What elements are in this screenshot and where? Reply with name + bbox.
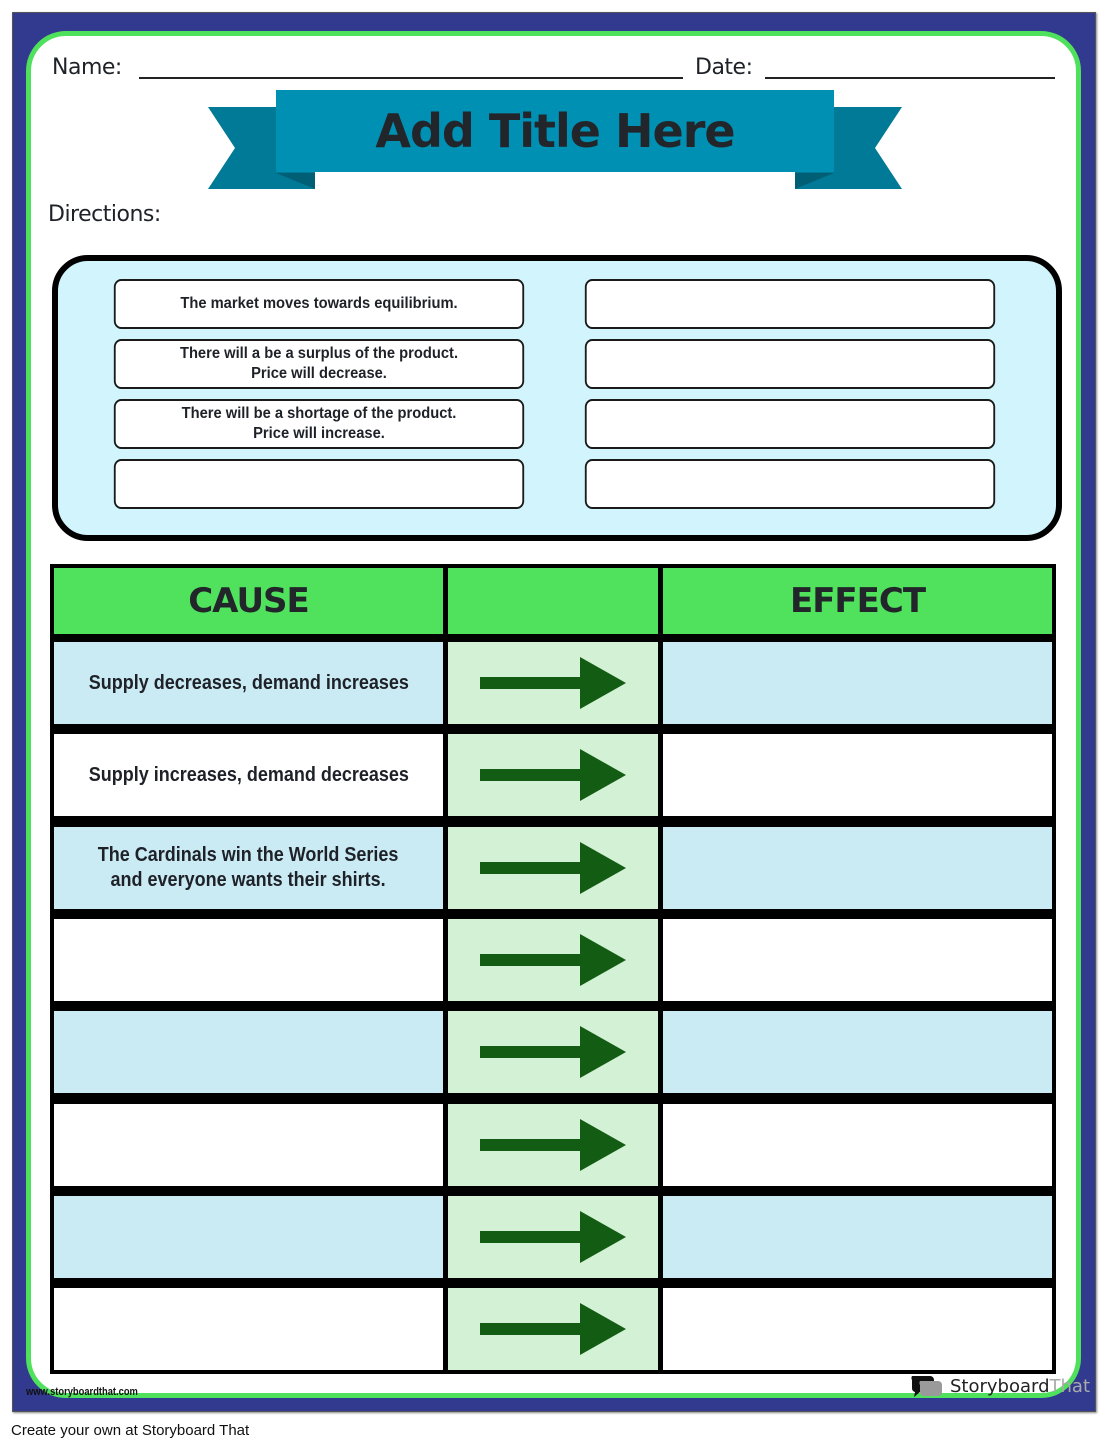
effect-cell[interactable] [663,1104,1052,1186]
cause-text: Supply increases, demand decreases [88,763,409,786]
arrow-cell [448,734,658,816]
right-arrow-icon [480,1303,626,1355]
right-arrow-icon [480,1026,626,1078]
cause-effect-table: CAUSE EFFECT Supply decreases, demand in… [50,564,1056,1374]
footer-url[interactable]: www.storyboardthat.com [26,1386,138,1398]
brand-that: That [1049,1375,1091,1397]
arrow-cell [448,642,658,724]
name-label: Name: [52,55,122,80]
cause-cell[interactable] [54,1196,443,1278]
right-arrow-icon [480,1119,626,1171]
cause-cell[interactable] [54,1011,443,1093]
right-arrow-icon [480,749,626,801]
speech-bubbles-icon [911,1376,942,1397]
right-arrow-icon [480,934,626,986]
date-input-line[interactable] [765,77,1055,79]
create-your-own-link[interactable]: Create your own at Storyboard That [11,1422,249,1439]
arrow-cell [448,1011,658,1093]
date-label: Date: [695,55,753,80]
cause-cell[interactable]: Supply increases, demand decreases [54,734,443,816]
directions-label: Directions: [48,202,161,227]
effect-cell[interactable] [663,1288,1052,1370]
cause-cell[interactable] [54,919,443,1001]
header-arrow [448,568,658,634]
right-arrow-icon [480,842,626,894]
arrow-cell [448,1196,658,1278]
arrow-cell [448,827,658,909]
word-bank-item[interactable] [113,459,525,509]
name-input-line[interactable] [139,77,683,79]
word-bank-item[interactable] [584,399,996,449]
word-bank-item[interactable]: There will be a shortage of the product.… [113,399,525,449]
word-bank-item[interactable] [584,279,996,329]
effect-cell[interactable] [663,827,1052,909]
effect-cell[interactable] [663,1196,1052,1278]
cause-cell[interactable]: Supply decreases, demand increases [54,642,443,724]
word-bank-item[interactable]: There will a be a surplus of the product… [113,339,525,389]
storyboardthat-logo: StoryboardThat [910,1374,1090,1398]
word-bank-item[interactable]: The market moves towards equilibrium. [113,279,525,329]
header-cause: CAUSE [54,568,443,634]
cause-text: The Cardinals win the World Series and e… [98,844,399,891]
effect-cell[interactable] [663,734,1052,816]
page-title[interactable]: Add Title Here [276,90,834,172]
arrow-cell [448,919,658,1001]
effect-cell[interactable] [663,919,1052,1001]
arrow-cell [448,1288,658,1370]
brand-storyboard: Storyboard [950,1375,1050,1397]
cause-cell[interactable] [54,1104,443,1186]
cause-cell[interactable] [54,1288,443,1370]
cause-cell[interactable]: The Cardinals win the World Series and e… [54,827,443,909]
effect-cell[interactable] [663,1011,1052,1093]
word-bank-item[interactable] [584,459,996,509]
right-arrow-icon [480,657,626,709]
effect-cell[interactable] [663,642,1052,724]
arrow-cell [448,1104,658,1186]
word-bank-item[interactable] [584,339,996,389]
header-effect: EFFECT [663,568,1052,634]
right-arrow-icon [480,1211,626,1263]
cause-text: Supply decreases, demand increases [88,671,409,694]
